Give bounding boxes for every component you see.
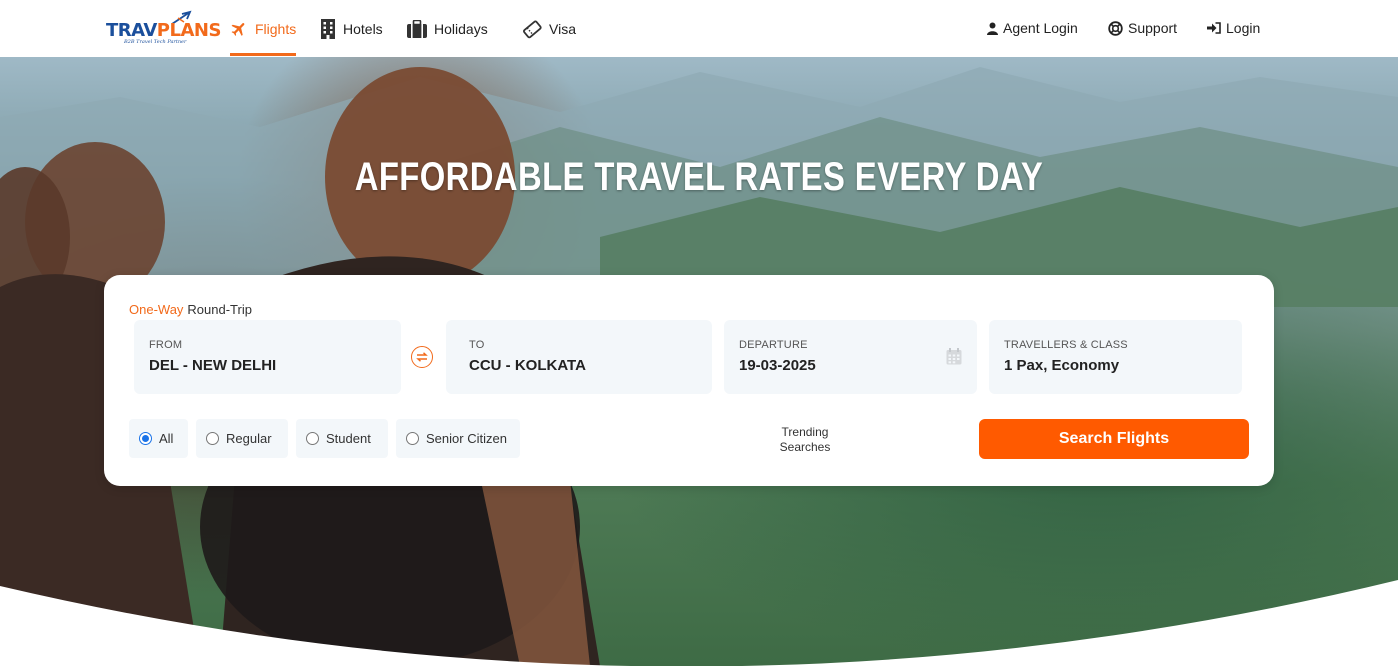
trip-round-trip[interactable]: Round-Trip bbox=[187, 302, 252, 317]
fare-label-student: Student bbox=[326, 431, 371, 446]
nav-flights-label: Flights bbox=[255, 20, 297, 37]
trip-one-way[interactable]: One-Way bbox=[129, 302, 183, 317]
hotel-building-icon bbox=[321, 18, 335, 39]
fare-radio-student[interactable] bbox=[306, 432, 319, 445]
logo-wordmark: TRAVPLANS bbox=[106, 20, 221, 41]
calendar-icon bbox=[946, 348, 962, 365]
login-label: Login bbox=[1226, 20, 1261, 36]
agent-login-label: Agent Login bbox=[1003, 20, 1078, 36]
fare-radio-regular[interactable] bbox=[206, 432, 219, 445]
nav-hotels-label: Hotels bbox=[343, 20, 383, 37]
support-link[interactable]: Support bbox=[1108, 20, 1177, 36]
user-icon bbox=[987, 22, 998, 35]
fare-label-all: All bbox=[159, 431, 174, 446]
fare-option-regular[interactable]: Regular bbox=[196, 419, 288, 458]
logo-tagline: B2B Travel Tech Partner bbox=[124, 39, 187, 45]
travellers-class-field[interactable]: TRAVELLERS & CLASS 1 Pax, Economy bbox=[989, 320, 1242, 394]
trending-line-2: Searches bbox=[779, 440, 831, 454]
login-link[interactable]: Login bbox=[1207, 20, 1260, 36]
from-field[interactable]: FROM DEL - NEW DELHI bbox=[134, 320, 401, 394]
to-value: CCU - KOLKATA bbox=[469, 357, 586, 374]
hero-bottom-curve bbox=[0, 580, 1398, 666]
lifebuoy-icon bbox=[1108, 20, 1123, 36]
visa-ticket-icon bbox=[523, 20, 542, 38]
nav-visa-label: Visa bbox=[549, 20, 576, 37]
departure-label: DEPARTURE bbox=[739, 339, 808, 351]
fare-radio-all[interactable] bbox=[139, 432, 152, 445]
travellers-value: 1 Pax, Economy bbox=[1004, 357, 1120, 374]
swap-button[interactable] bbox=[411, 346, 433, 368]
fare-option-senior-citizen[interactable]: Senior Citizen bbox=[396, 419, 520, 458]
nav-visa[interactable]: Visa bbox=[522, 0, 576, 57]
agent-login-link[interactable]: Agent Login bbox=[987, 20, 1078, 36]
fare-label-senior-citizen: Senior Citizen bbox=[426, 431, 507, 446]
fare-radio-senior-citizen[interactable] bbox=[406, 432, 419, 445]
trending-searches-link[interactable]: Trending Searches bbox=[766, 425, 844, 455]
fare-option-student[interactable]: Student bbox=[296, 419, 388, 458]
departure-value: 19-03-2025 bbox=[739, 357, 816, 374]
logo-part-trav: TRAV bbox=[106, 20, 157, 41]
fare-option-all[interactable]: All bbox=[129, 419, 188, 458]
nav-flights[interactable]: Flights bbox=[230, 0, 297, 57]
nav-holidays-label: Holidays bbox=[434, 20, 488, 37]
departure-field[interactable]: DEPARTURE 19-03-2025 bbox=[724, 320, 977, 394]
fare-label-regular: Regular bbox=[226, 431, 272, 446]
swap-icon bbox=[416, 352, 428, 362]
top-header: TRAVPLANS B2B Travel Tech Partner Flight… bbox=[0, 0, 1398, 57]
plane-icon bbox=[231, 22, 245, 36]
nav-hotels[interactable]: Hotels bbox=[320, 0, 383, 57]
hero-title: AFFORDABLE TRAVEL RATES EVERY DAY bbox=[354, 155, 1044, 199]
travplans-logo[interactable]: TRAVPLANS B2B Travel Tech Partner bbox=[106, 10, 221, 46]
logo-part-plans: PLANS bbox=[156, 20, 222, 41]
login-arrow-icon bbox=[1207, 22, 1221, 34]
from-value: DEL - NEW DELHI bbox=[149, 357, 277, 374]
from-label: FROM bbox=[149, 339, 183, 351]
trip-type-selector: One-Way Round-Trip bbox=[129, 302, 252, 317]
travellers-label: TRAVELLERS & CLASS bbox=[1004, 339, 1128, 351]
nav-holidays[interactable]: Holidays bbox=[407, 0, 488, 57]
to-field[interactable]: TO CCU - KOLKATA bbox=[446, 320, 712, 394]
suitcase-icon bbox=[407, 19, 427, 38]
to-label: TO bbox=[469, 339, 485, 351]
flight-search-card: One-Way Round-Trip FROM DEL - NEW DELHI … bbox=[104, 275, 1274, 486]
trending-line-1: Trending bbox=[781, 425, 829, 439]
search-flights-button[interactable]: Search Flights bbox=[979, 419, 1249, 459]
support-label: Support bbox=[1128, 20, 1178, 36]
